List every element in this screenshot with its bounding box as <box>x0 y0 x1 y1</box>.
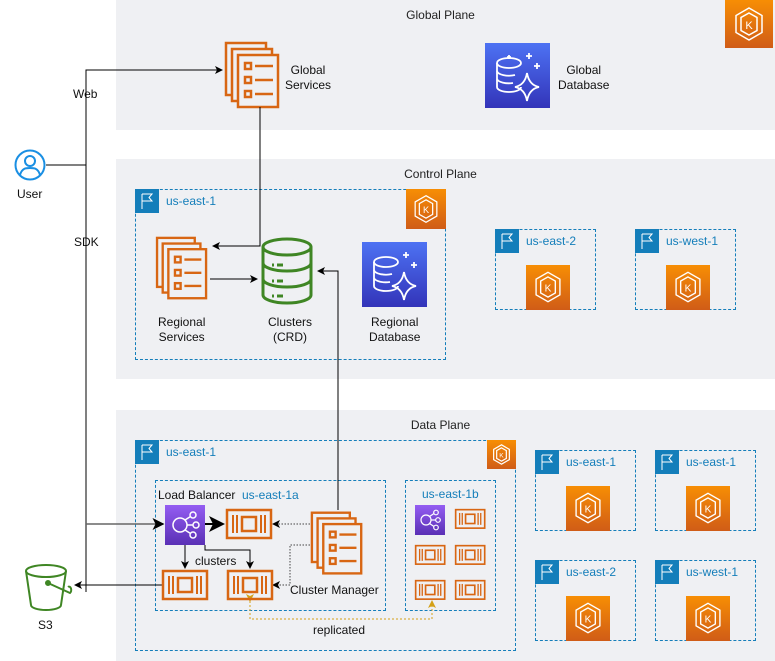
ec2-instance-icon <box>454 544 486 565</box>
ec2-instance-icon <box>414 544 446 565</box>
global-to-regional <box>212 107 261 250</box>
replicated-connector <box>246 594 436 620</box>
manager-to-clusters <box>317 267 339 510</box>
ec2-instance-icon <box>414 579 446 600</box>
manager-to-ec2-bottom <box>272 544 310 589</box>
web-connector <box>85 66 223 592</box>
lb-to-ec2-c <box>204 545 254 569</box>
connectors-layer <box>46 66 486 620</box>
ec2-instance-icon <box>226 569 274 601</box>
ec2-instance-icon <box>161 569 209 601</box>
ec2-instance-icon <box>225 508 273 540</box>
ec2-instance-icon <box>454 579 486 600</box>
ec2-instance-icon <box>454 508 486 529</box>
